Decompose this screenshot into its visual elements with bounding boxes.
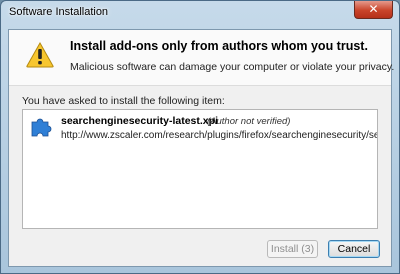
warning-icon: [26, 42, 54, 68]
warning-headline: Install add-ons only from authors whom y…: [70, 39, 368, 53]
addon-filename: searchenginesecurity-latest.xpi: [61, 115, 218, 127]
software-installation-dialog: Software Installation ✕ Install add-ons …: [0, 0, 400, 274]
warning-header: Install add-ons only from authors whom y…: [9, 30, 395, 86]
cancel-button[interactable]: Cancel: [328, 240, 380, 258]
addon-puzzle-icon: [31, 118, 52, 137]
install-item-list[interactable]: searchenginesecurity-latest.xpi (Author …: [22, 109, 378, 229]
window-title: Software Installation: [9, 6, 109, 18]
list-item[interactable]: searchenginesecurity-latest.xpi (Author …: [23, 110, 377, 150]
close-icon: ✕: [368, 2, 379, 16]
title-bar[interactable]: Software Installation ✕: [1, 1, 399, 29]
install-prompt-text: You have asked to install the following …: [22, 95, 225, 107]
author-status: (Author not verified): [207, 116, 291, 127]
dialog-body: Install add-ons only from authors whom y…: [8, 29, 395, 267]
addon-url: http://www.zscaler.com/research/plugins/…: [61, 130, 377, 141]
warning-subline: Malicious software can damage your compu…: [70, 61, 395, 73]
install-button[interactable]: Install (3): [267, 240, 318, 258]
close-button[interactable]: ✕: [354, 1, 393, 19]
